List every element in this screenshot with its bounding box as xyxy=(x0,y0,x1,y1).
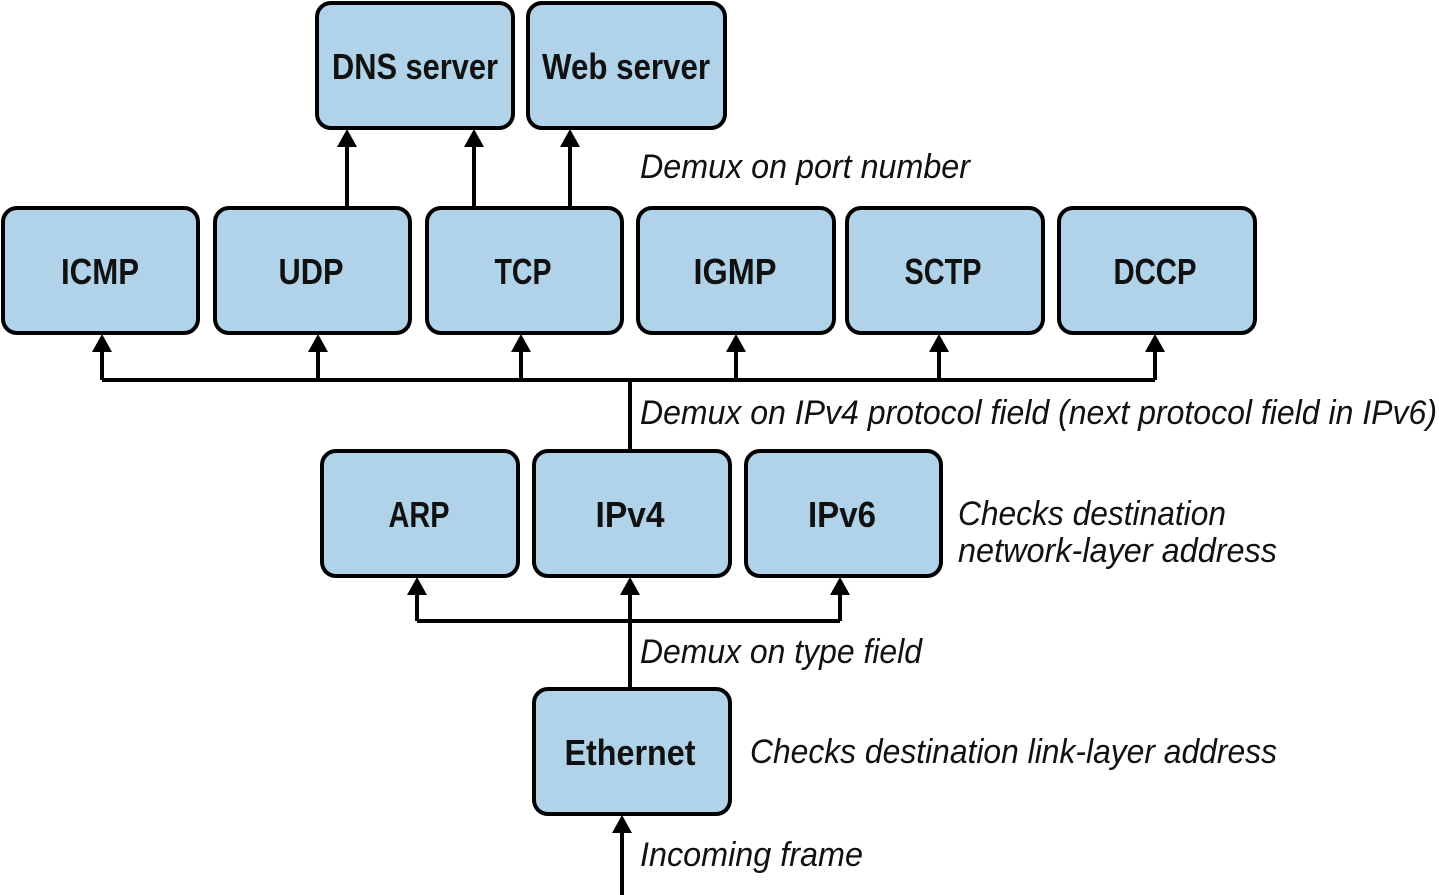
box-arp: ARP xyxy=(320,449,520,578)
note-link-check: Checks destination link-layer address xyxy=(750,733,1277,771)
note-network-check-line1: Checks destination xyxy=(958,495,1226,533)
box-dccp: DCCP xyxy=(1057,206,1257,335)
box-udp: UDP xyxy=(213,206,412,335)
arrowhead-icon xyxy=(337,129,580,147)
box-label: Ethernet xyxy=(565,732,696,773)
box-label: ARP xyxy=(389,494,450,535)
note-demux-port: Demux on port number xyxy=(640,148,972,186)
note-demux-protocol: Demux on IPv4 protocol field (next proto… xyxy=(640,394,1437,432)
box-dns-server: DNS server xyxy=(315,1,515,130)
box-icmp: ICMP xyxy=(1,206,200,335)
box-label: SCTP xyxy=(905,251,982,292)
note-incoming-frame: Incoming frame xyxy=(640,836,863,874)
box-label: DNS server xyxy=(332,46,498,87)
protocol-demux-diagram: DNS server Web server ICMP UDP TCP IGMP … xyxy=(1,1,1437,895)
box-tcp: TCP xyxy=(425,206,624,335)
box-web-server: Web server xyxy=(526,1,727,130)
server-arrow-lines xyxy=(345,142,572,208)
box-label: UDP xyxy=(279,251,344,292)
box-label: DCCP xyxy=(1114,251,1197,292)
box-label: ICMP xyxy=(61,251,139,292)
arrowhead-icon xyxy=(92,334,1165,352)
box-ipv4: IPv4 xyxy=(532,449,732,578)
note-demux-type: Demux on type field xyxy=(640,633,923,671)
note-network-check-line2: network-layer address xyxy=(958,532,1277,570)
box-label: IPv6 xyxy=(808,494,876,535)
box-label: TCP xyxy=(495,251,552,292)
box-label: IGMP xyxy=(694,251,777,292)
box-label: IPv4 xyxy=(596,494,665,535)
box-igmp: IGMP xyxy=(636,206,836,335)
box-label: Web server xyxy=(542,46,710,87)
box-sctp: SCTP xyxy=(845,206,1045,335)
box-ethernet: Ethernet xyxy=(532,687,732,816)
box-ipv6: IPv6 xyxy=(744,449,943,578)
transport-arrow-lines xyxy=(100,346,1157,380)
